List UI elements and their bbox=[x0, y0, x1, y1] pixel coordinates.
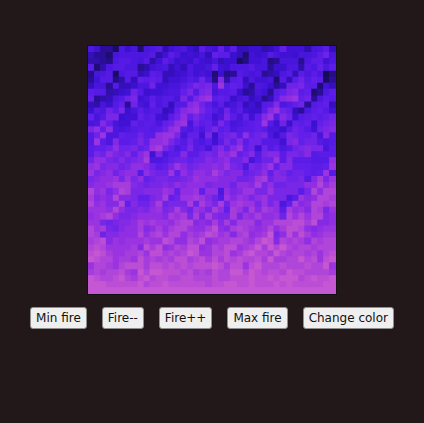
fire-button[interactable]: Change color bbox=[303, 307, 394, 329]
fire-button[interactable]: Fire++ bbox=[159, 307, 213, 329]
fire-button[interactable]: Max fire bbox=[227, 307, 287, 329]
fire-canvas bbox=[87, 45, 337, 295]
button-row: Min fire Fire-- Fire++ Max fire Change color bbox=[30, 307, 394, 329]
fire-button[interactable]: Min fire bbox=[30, 307, 87, 329]
fire-button[interactable]: Fire-- bbox=[102, 307, 144, 329]
fire-app: Min fire Fire-- Fire++ Max fire Change color bbox=[0, 0, 424, 329]
